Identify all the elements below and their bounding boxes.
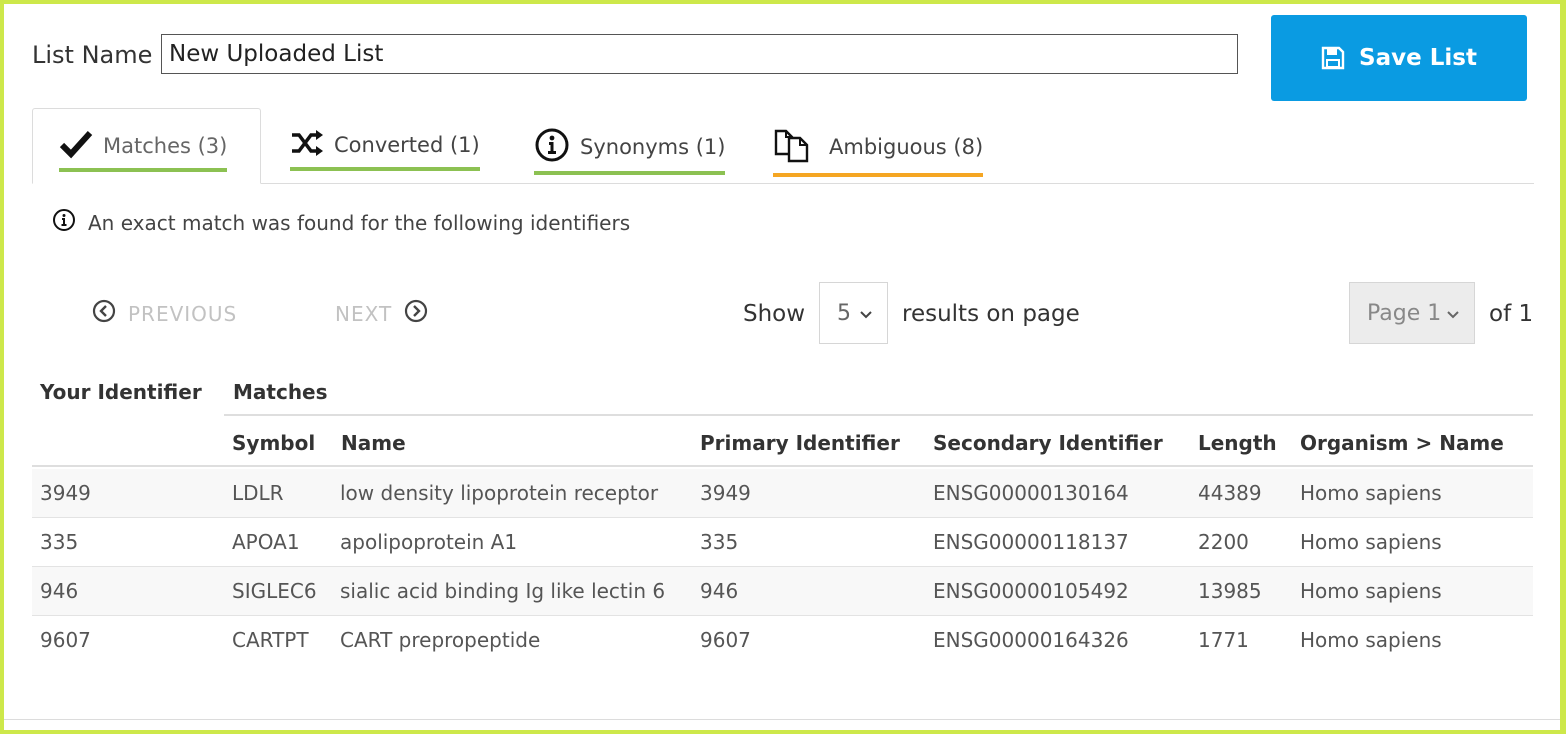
page-select-value: Page 1 <box>1367 300 1442 326</box>
info-message: An exact match was found for the followi… <box>52 208 630 237</box>
header-matches: Matches <box>233 380 328 404</box>
cell-secondary-identifier: ENSG00000105492 <box>933 579 1129 603</box>
cell-length: 44389 <box>1198 481 1262 505</box>
tab-matches-underline <box>59 168 228 172</box>
cell-name: apolipoprotein A1 <box>340 530 518 554</box>
column-header-organism-name: Organism > Name <box>1300 431 1504 455</box>
tab-converted[interactable]: Converted (1) <box>290 108 480 184</box>
cell-symbol: SIGLEC6 <box>232 579 317 603</box>
cell-primary-identifier: 946 <box>700 579 739 603</box>
cell-organism: Homo sapiens <box>1300 481 1442 505</box>
cell-organism: Homo sapiens <box>1300 579 1442 603</box>
next-button[interactable]: NEXT <box>335 299 428 328</box>
column-header-length: Length <box>1198 431 1277 455</box>
cell-organism: Homo sapiens <box>1300 628 1442 652</box>
page-select[interactable]: Page 1 <box>1349 282 1475 344</box>
chevron-right-circle-icon <box>404 299 428 328</box>
list-name-input[interactable] <box>161 34 1238 74</box>
column-header-secondary-identifier: Secondary Identifier <box>933 431 1163 455</box>
page-size-value: 5 <box>837 300 851 326</box>
tab-ambiguous[interactable]: Ambiguous (8) <box>773 108 984 184</box>
chevron-down-icon <box>1446 301 1460 326</box>
checkmark-icon <box>59 129 93 163</box>
cell-identifier: 9607 <box>40 628 91 652</box>
cell-name: sialic acid binding Ig like lectin 6 <box>340 579 666 603</box>
cell-identifier: 946 <box>40 579 79 603</box>
cell-symbol: APOA1 <box>232 530 300 554</box>
tab-converted-underline <box>290 167 480 171</box>
tab-matches[interactable]: Matches (3) <box>32 108 261 184</box>
cell-identifier: 3949 <box>40 481 91 505</box>
list-name-label: List Name <box>32 41 153 69</box>
tab-matches-label: Matches (3) <box>103 134 228 158</box>
table-row: 335 APOA1 apolipoprotein A1 335 ENSG0000… <box>32 518 1533 567</box>
divider <box>4 719 1560 720</box>
info-circle-icon <box>52 208 76 237</box>
tab-converted-label: Converted (1) <box>334 133 480 157</box>
cell-name: low density lipoprotein receptor <box>340 481 659 505</box>
column-header-symbol: Symbol <box>232 431 316 455</box>
info-message-text: An exact match was found for the followi… <box>88 210 631 235</box>
save-list-button[interactable]: Save List <box>1271 15 1527 101</box>
cell-primary-identifier: 335 <box>700 530 739 554</box>
column-header-name: Name <box>341 431 406 455</box>
next-label: NEXT <box>335 301 393 326</box>
page-size-select[interactable]: 5 <box>819 282 888 344</box>
cell-secondary-identifier: ENSG00000130164 <box>933 481 1129 505</box>
tab-synonyms[interactable]: Synonyms (1) <box>534 108 726 184</box>
cell-symbol: CARTPT <box>232 628 309 652</box>
cell-length: 1771 <box>1198 628 1249 652</box>
previous-label: PREVIOUS <box>128 301 238 326</box>
cell-primary-identifier: 3949 <box>700 481 751 505</box>
page-count-label: of 1 <box>1489 301 1534 327</box>
header-divider <box>224 414 1533 416</box>
save-list-label: Save List <box>1359 45 1477 71</box>
info-circle-icon <box>534 128 570 166</box>
table-row: 9607 CARTPT CART prepropeptide 9607 ENSG… <box>32 616 1533 665</box>
cell-organism: Homo sapiens <box>1300 530 1442 554</box>
table-row: 3949 LDLR low density lipoprotein recept… <box>32 469 1533 518</box>
cell-primary-identifier: 9607 <box>700 628 751 652</box>
cell-secondary-identifier: ENSG00000164326 <box>933 628 1129 652</box>
header-your-identifier: Your Identifier <box>40 380 202 404</box>
table-row: 946 SIGLEC6 sialic acid binding Ig like … <box>32 567 1533 616</box>
cell-name: CART prepropeptide <box>340 628 541 652</box>
cell-symbol: LDLR <box>232 481 284 505</box>
tab-synonyms-underline <box>534 171 726 175</box>
tab-synonyms-label: Synonyms (1) <box>580 135 726 159</box>
chevron-left-circle-icon <box>92 299 116 328</box>
column-header-divider <box>32 465 1533 467</box>
cell-length: 13985 <box>1198 579 1262 603</box>
previous-button[interactable]: PREVIOUS <box>92 299 237 328</box>
tab-ambiguous-underline <box>773 173 984 177</box>
copy-documents-icon <box>773 126 811 168</box>
chevron-down-icon <box>859 301 873 326</box>
column-header-primary-identifier: Primary Identifier <box>700 431 900 455</box>
cell-identifier: 335 <box>40 530 79 554</box>
tab-ambiguous-label: Ambiguous (8) <box>829 135 984 159</box>
cell-length: 2200 <box>1198 530 1249 554</box>
shuffle-icon <box>290 128 324 162</box>
floppy-disk-icon <box>1321 46 1345 70</box>
cell-secondary-identifier: ENSG00000118137 <box>933 530 1129 554</box>
show-label: Show <box>743 301 806 327</box>
results-label: results on page <box>902 301 1080 327</box>
